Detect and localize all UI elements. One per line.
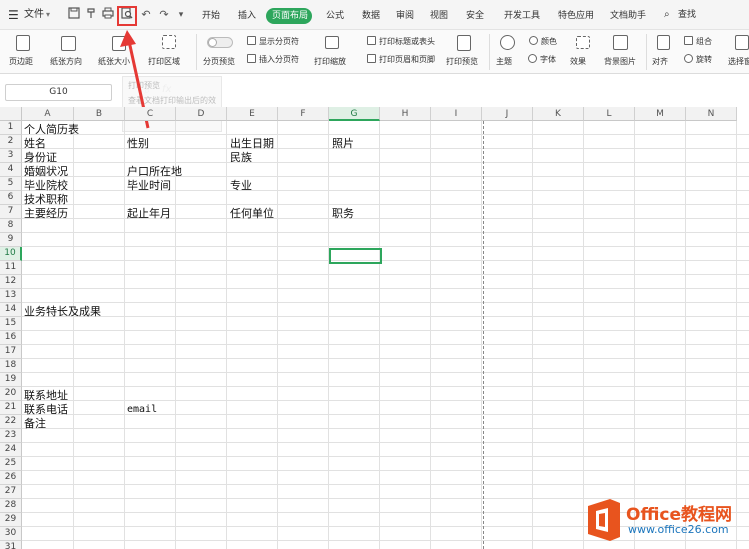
grid-line [22, 344, 749, 345]
column-header[interactable]: A [22, 107, 74, 121]
cell-e5[interactable]: 专业 [228, 179, 252, 193]
grid-line [22, 232, 749, 233]
row-header[interactable]: 11 [0, 261, 22, 275]
row-header[interactable]: 13 [0, 289, 22, 303]
office-logo-icon [588, 499, 620, 541]
cell-e3[interactable]: 民族 [228, 151, 252, 165]
column-header[interactable]: M [635, 107, 686, 121]
row-header[interactable]: 25 [0, 457, 22, 471]
row-header[interactable]: 2 [0, 135, 22, 149]
row-header[interactable]: 26 [0, 471, 22, 485]
grid-line [22, 204, 749, 205]
row-header[interactable]: 30 [0, 527, 22, 541]
grid-line [22, 484, 749, 485]
grid-line [22, 428, 749, 429]
cell-a5[interactable]: 毕业院校 [22, 179, 68, 193]
grid-line [22, 246, 749, 247]
column-header[interactable]: K [533, 107, 584, 121]
cell-a7[interactable]: 主要经历 [22, 207, 68, 221]
row-header[interactable]: 27 [0, 485, 22, 499]
row-header[interactable]: 17 [0, 345, 22, 359]
cell-a1[interactable]: 个人简历表 [22, 123, 79, 137]
row-header[interactable]: 4 [0, 163, 22, 177]
grid-line [22, 288, 749, 289]
grid-line [22, 442, 749, 443]
column-header[interactable]: G [329, 107, 380, 121]
grid-line [22, 316, 749, 317]
cell-a6[interactable]: 技术职称 [22, 193, 68, 207]
row-header[interactable]: 29 [0, 513, 22, 527]
column-header[interactable]: N [686, 107, 737, 121]
row-header[interactable]: 31 [0, 541, 22, 549]
grid-line [22, 162, 749, 163]
row-header[interactable]: 19 [0, 373, 22, 387]
row-header[interactable]: 28 [0, 499, 22, 513]
row-header[interactable]: 22 [0, 415, 22, 429]
row-header[interactable]: 6 [0, 191, 22, 205]
cell-g2[interactable]: 照片 [330, 137, 354, 151]
row-header[interactable]: 16 [0, 331, 22, 345]
watermark-brand: Office教程网 [626, 505, 733, 525]
cell-c7[interactable]: 起止年月 [125, 207, 171, 221]
row-header[interactable]: 15 [0, 317, 22, 331]
cell-a20[interactable]: 联系地址 [22, 389, 68, 403]
cell-c5[interactable]: 毕业时间 [125, 179, 171, 193]
row-header[interactable]: 23 [0, 429, 22, 443]
watermark-url: www.office26.com [628, 523, 729, 536]
row-header[interactable]: 5 [0, 177, 22, 191]
column-header[interactable]: L [584, 107, 635, 121]
column-header[interactable]: B [74, 107, 125, 121]
column-header[interactable]: F [278, 107, 329, 121]
sheet-grid[interactable]: ABCDEFGHIJKLMN 1 2 3 4 5 6 7 8 9 10 11 12 13 14 15 16 17… [0, 107, 749, 549]
cell-e7[interactable]: 任何单位 [228, 207, 274, 221]
column-header[interactable]: D [176, 107, 227, 121]
spreadsheet-app: ☰ 文件 ▾ ↶ ↷ ▾ 开始 插入 页面布局 公式 数据 审阅 视图 安全 开… [0, 0, 749, 549]
cell-c4[interactable]: 户口所在地 [125, 165, 182, 179]
column-header[interactable]: H [380, 107, 431, 121]
row-header[interactable]: 1 [0, 121, 22, 135]
cell-g7[interactable]: 职务 [330, 207, 354, 221]
column-header[interactable]: C [125, 107, 176, 121]
cell-a2[interactable]: 姓名 [22, 137, 46, 151]
row-header[interactable]: 24 [0, 443, 22, 457]
grid-line [22, 330, 749, 331]
select-all-corner[interactable] [0, 107, 22, 121]
row-header[interactable]: 10 [0, 247, 22, 261]
row-header[interactable]: 18 [0, 359, 22, 373]
grid-line [22, 372, 749, 373]
grid-line [22, 456, 749, 457]
grid-line [22, 274, 749, 275]
grid-line [22, 400, 749, 401]
cell-a4[interactable]: 婚姻状况 [22, 165, 68, 179]
column-header[interactable]: E [227, 107, 278, 121]
grid-line [22, 358, 749, 359]
cell-a14[interactable]: 业务特长及成果 [22, 305, 101, 319]
grid-line [22, 260, 749, 261]
cell-c2[interactable]: 性别 [125, 137, 149, 151]
selected-cell-g10[interactable] [329, 248, 382, 264]
row-header[interactable]: 7 [0, 205, 22, 219]
column-header[interactable]: I [431, 107, 482, 121]
row-header[interactable]: 20 [0, 387, 22, 401]
row-header[interactable]: 9 [0, 233, 22, 247]
grid-line [22, 470, 749, 471]
cell-a22[interactable]: 备注 [22, 417, 46, 431]
cell-a21[interactable]: 联系电话 [22, 403, 68, 417]
row-header[interactable]: 8 [0, 219, 22, 233]
row-header[interactable]: 12 [0, 275, 22, 289]
grid-line [22, 134, 749, 135]
grid-line [22, 386, 749, 387]
cell-e2[interactable]: 出生日期 [228, 137, 274, 151]
row-header[interactable]: 14 [0, 303, 22, 317]
cell-a3[interactable]: 身份证 [22, 151, 57, 165]
row-header[interactable]: 21 [0, 401, 22, 415]
row-header[interactable]: 3 [0, 149, 22, 163]
column-header[interactable]: J [482, 107, 533, 121]
watermark-logo: Office教程网 www.office26.com [584, 496, 749, 544]
page-break-line [483, 121, 484, 549]
grid-line [22, 302, 749, 303]
cell-c21[interactable]: email [125, 403, 157, 417]
